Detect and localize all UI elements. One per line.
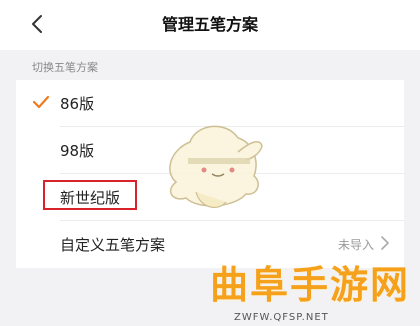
chevron-right-icon	[381, 236, 389, 250]
import-status: 未导入	[337, 238, 374, 252]
page-title: 管理五笔方案	[161, 15, 258, 34]
watermark-logo: 曲阜手游网	[210, 263, 411, 307]
watermark-url: ZWFW.QFSP.NET	[234, 312, 329, 323]
header-bar: 管理五笔方案	[0, 0, 420, 50]
section-label: 切换五笔方案	[32, 61, 98, 74]
custom-scheme-label: 自定义五笔方案	[60, 236, 166, 254]
scheme-label: 98版	[60, 142, 95, 160]
scheme-label: 86版	[60, 95, 95, 113]
checkmark-icon	[32, 95, 50, 109]
highlight-annotation	[43, 180, 137, 210]
custom-scheme-item[interactable]: 自定义五笔方案 未导入	[16, 221, 404, 267]
mascot-watermark-icon	[169, 125, 263, 209]
